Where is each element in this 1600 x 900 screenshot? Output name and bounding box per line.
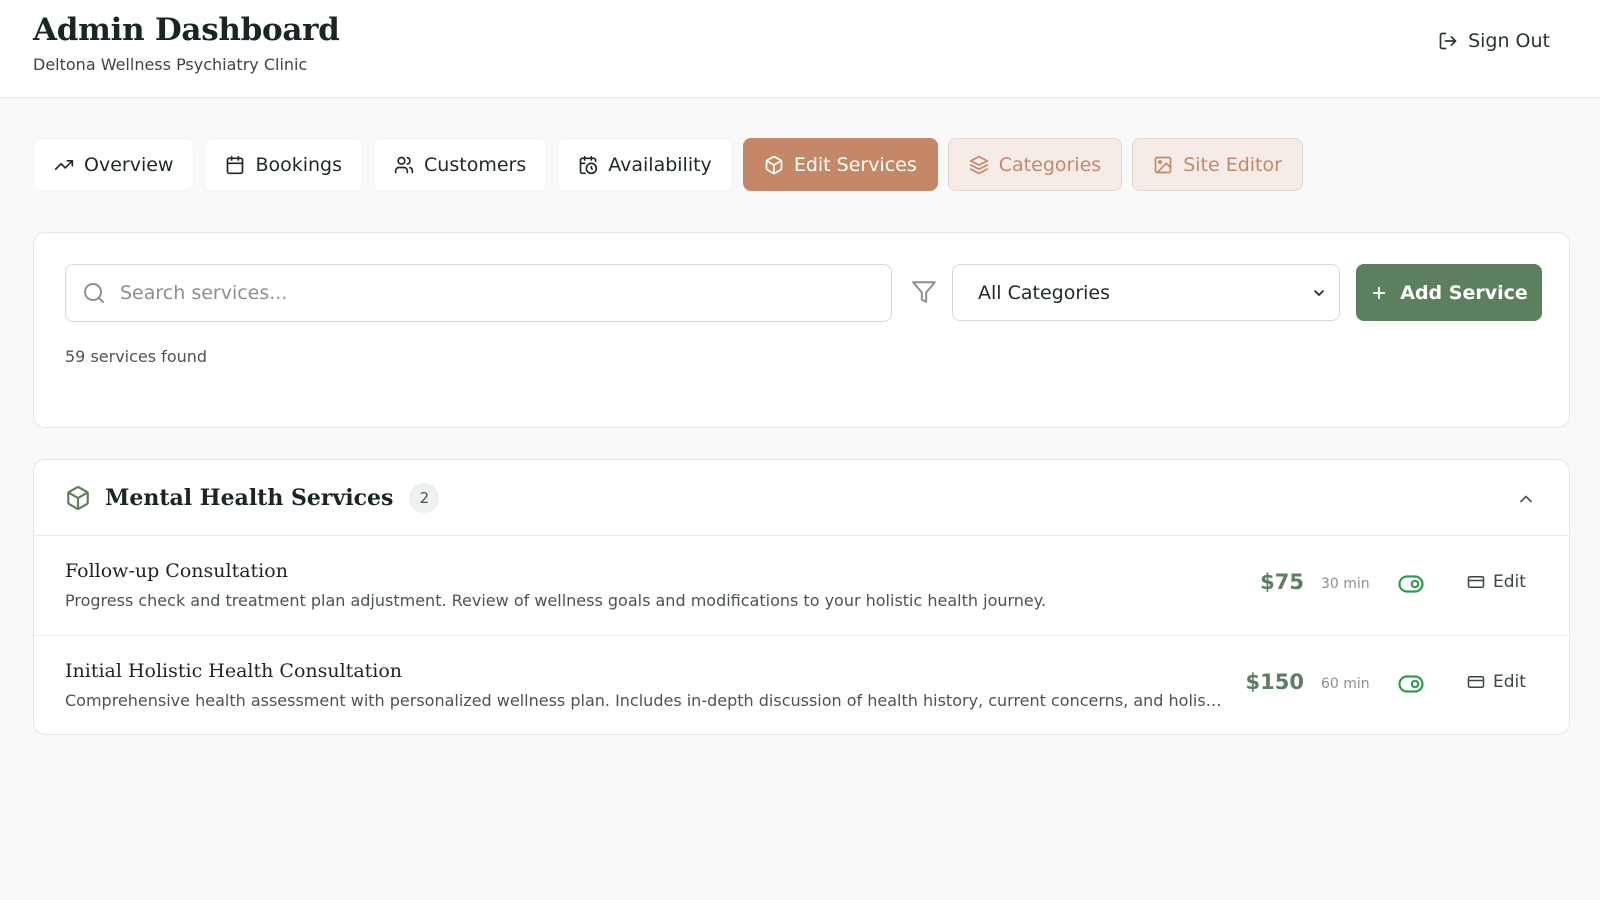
trending-up-icon (54, 155, 74, 175)
tab-label: Bookings (255, 153, 343, 176)
edit-label: Edit (1493, 572, 1526, 592)
app-header: Admin Dashboard Deltona Wellness Psychia… (0, 0, 1600, 98)
add-service-label: Add Service (1400, 281, 1528, 304)
category-title: Mental Health Services (105, 484, 394, 511)
service-row: Initial Holistic Health Consultation Com… (34, 636, 1569, 734)
tab-categories[interactable]: Categories (947, 138, 1123, 191)
service-description: Comprehensive health assessment with per… (65, 691, 1225, 710)
search-icon (82, 281, 106, 305)
tab-label: Customers (424, 153, 527, 176)
package-icon (65, 485, 91, 511)
service-duration: 30 min (1321, 576, 1370, 592)
tab-site-editor[interactable]: Site Editor (1132, 138, 1303, 191)
sign-out-button[interactable]: Sign Out (1438, 30, 1550, 52)
sign-out-label: Sign Out (1468, 30, 1550, 52)
results-count: 59 services found (65, 347, 208, 366)
brand: Admin Dashboard Deltona Wellness Psychia… (33, 12, 340, 74)
tab-label: Edit Services (793, 153, 917, 176)
search-box[interactable] (65, 264, 892, 322)
tab-label: Site Editor (1183, 153, 1282, 176)
chevron-down-icon (1311, 285, 1327, 301)
service-price: $75 (1260, 570, 1304, 594)
clinic-name: Deltona Wellness Psychiatry Clinic (33, 55, 308, 74)
edit-service-button[interactable]: Edit (1467, 572, 1526, 592)
plus-icon (1370, 284, 1388, 302)
tab-overview[interactable]: Overview (33, 138, 195, 191)
package-icon (764, 155, 784, 175)
service-row: Follow-up Consultation Progress check an… (34, 536, 1569, 636)
service-duration: 60 min (1321, 676, 1370, 692)
tab-availability[interactable]: Availability (557, 138, 733, 191)
filter-icon (911, 279, 937, 305)
service-name: Follow-up Consultation (65, 560, 288, 582)
edit-service-button[interactable]: Edit (1467, 672, 1526, 692)
credit-card-icon (1467, 573, 1485, 591)
category-count-badge: 2 (409, 482, 440, 513)
category-select[interactable]: All Categories (952, 264, 1340, 321)
service-filter-panel: All Categories Add Service 59 services f… (33, 232, 1570, 428)
log-out-icon (1438, 31, 1458, 51)
page-title: Admin Dashboard (33, 12, 340, 48)
tab-label: Categories (998, 153, 1102, 176)
tab-label: Overview (84, 153, 174, 176)
add-service-button[interactable]: Add Service (1356, 264, 1542, 321)
service-price: $150 (1245, 670, 1304, 694)
admin-tabs: Overview Bookings Customers Availability… (33, 138, 1303, 191)
layers-icon (969, 155, 989, 175)
service-category-group: Mental Health Services 2 Follow-up Consu… (33, 459, 1570, 735)
tab-customers[interactable]: Customers (373, 138, 548, 191)
calendar-clock-icon (578, 155, 598, 175)
tab-edit-services[interactable]: Edit Services (742, 138, 938, 191)
active-toggle[interactable] (1398, 675, 1424, 693)
tab-bookings[interactable]: Bookings (204, 138, 364, 191)
service-name: Initial Holistic Health Consultation (65, 660, 403, 682)
category-header[interactable]: Mental Health Services 2 (34, 460, 1569, 536)
edit-label: Edit (1493, 672, 1526, 692)
calendar-icon (225, 155, 245, 175)
service-description: Progress check and treatment plan adjust… (65, 591, 1047, 610)
search-input[interactable] (120, 282, 860, 304)
chevron-up-icon[interactable] (1516, 489, 1536, 509)
active-toggle[interactable] (1398, 575, 1424, 593)
credit-card-icon (1467, 673, 1485, 691)
tab-label: Availability (608, 153, 712, 176)
image-icon (1153, 155, 1173, 175)
users-icon (394, 155, 414, 175)
category-select-value: All Categories (978, 281, 1111, 304)
